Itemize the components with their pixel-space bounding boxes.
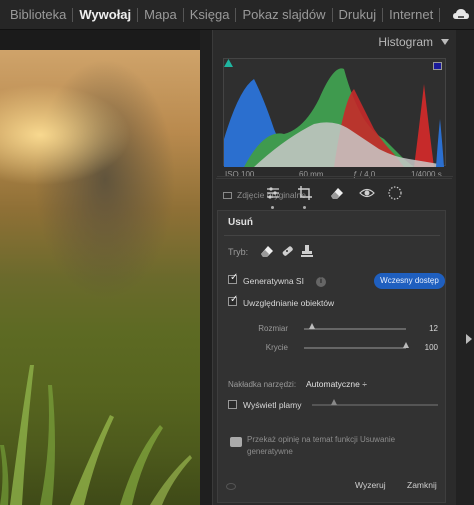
opacity-value[interactable]: 100 (418, 343, 438, 352)
generative-ai-label: Generatywna SI (243, 276, 304, 286)
generative-ai-checkbox[interactable]: ✓ (228, 272, 239, 284)
tool-overlay-select[interactable]: Automatyczne ÷ (306, 379, 367, 389)
remove-panel-title: Usuń (228, 217, 253, 228)
photo-canvas[interactable] (0, 30, 200, 505)
size-slider-track[interactable] (304, 328, 406, 330)
panel-edge (456, 30, 474, 505)
module-slideshow[interactable]: Pokaz slajdów (236, 0, 331, 30)
checkmark-icon: ✓ (230, 294, 239, 305)
opacity-slider-thumb[interactable] (403, 342, 409, 348)
expand-panel-arrow-icon[interactable] (466, 334, 472, 344)
feedback-link[interactable]: Przekaż opinię na temat funkcji Usuwanie… (247, 434, 433, 458)
panel-gutter (200, 30, 212, 505)
eraser-icon[interactable] (328, 184, 346, 202)
show-spots-checkbox[interactable] (228, 400, 237, 409)
crop-icon[interactable] (296, 184, 314, 202)
histogram-header[interactable]: Histogram (213, 30, 457, 54)
tool-indicator-dot (303, 206, 306, 209)
grass-foreground (0, 365, 192, 505)
info-icon[interactable]: i (316, 277, 326, 287)
histogram-graph[interactable] (223, 58, 446, 167)
sliders-icon[interactable] (264, 184, 282, 202)
module-print[interactable]: Drukuj (333, 0, 383, 30)
early-access-badge[interactable]: Wczesny dostęp (374, 273, 445, 289)
module-map[interactable]: Mapa (138, 0, 183, 30)
comment-icon (230, 437, 242, 447)
heal-brush-icon[interactable] (278, 242, 296, 260)
shadow-clipping-icon[interactable] (224, 59, 233, 67)
size-slider-thumb[interactable] (309, 323, 316, 329)
object-aware-label: Uwzględnianie obiektów (243, 298, 335, 308)
tool-strip-row (216, 178, 452, 210)
module-web[interactable]: Internet (383, 0, 439, 30)
module-develop[interactable]: Wywołaj (73, 0, 137, 30)
module-bar: Biblioteka Wywołaj Mapa Księga Pokaz sla… (0, 0, 474, 30)
size-value[interactable]: 12 (418, 324, 438, 333)
spots-slider-thumb[interactable] (331, 399, 337, 405)
module-separator (439, 8, 441, 22)
opacity-label: Krycie (265, 343, 288, 352)
close-button[interactable]: Zamknij (407, 480, 437, 490)
redeye-icon[interactable] (358, 184, 376, 202)
cloud-sync-icon[interactable] (452, 7, 470, 23)
module-list: Biblioteka Wywołaj Mapa Księga Pokaz sla… (4, 0, 441, 30)
module-book[interactable]: Księga (184, 0, 236, 30)
tool-indicator-dot (271, 206, 274, 209)
module-library[interactable]: Biblioteka (4, 0, 72, 30)
reset-button[interactable]: Wyzeruj (355, 480, 386, 490)
eraser-brush-icon[interactable] (258, 242, 276, 260)
collapse-triangle-icon[interactable] (441, 39, 449, 45)
tool-overlay-label: Nakładka narzędzi: (228, 380, 297, 389)
highlight-clipping-icon[interactable] (433, 62, 442, 70)
remove-tool-panel: Usuń Tryb: ✓ Generatywna SI i Wczesny do… (217, 210, 446, 503)
show-spots-label: Wyświetl plamy (243, 400, 302, 410)
mode-label: Tryb: (228, 247, 249, 257)
size-label: Rozmiar (258, 324, 288, 333)
opacity-slider-track[interactable] (304, 347, 406, 349)
divider (224, 235, 440, 236)
object-aware-checkbox[interactable]: ✓ (228, 294, 239, 306)
checkmark-icon: ✓ (230, 272, 239, 283)
eye-icon[interactable] (226, 483, 236, 490)
clone-stamp-icon[interactable] (298, 242, 316, 260)
histogram-title: Histogram (378, 35, 433, 49)
mask-icon[interactable] (386, 184, 404, 202)
